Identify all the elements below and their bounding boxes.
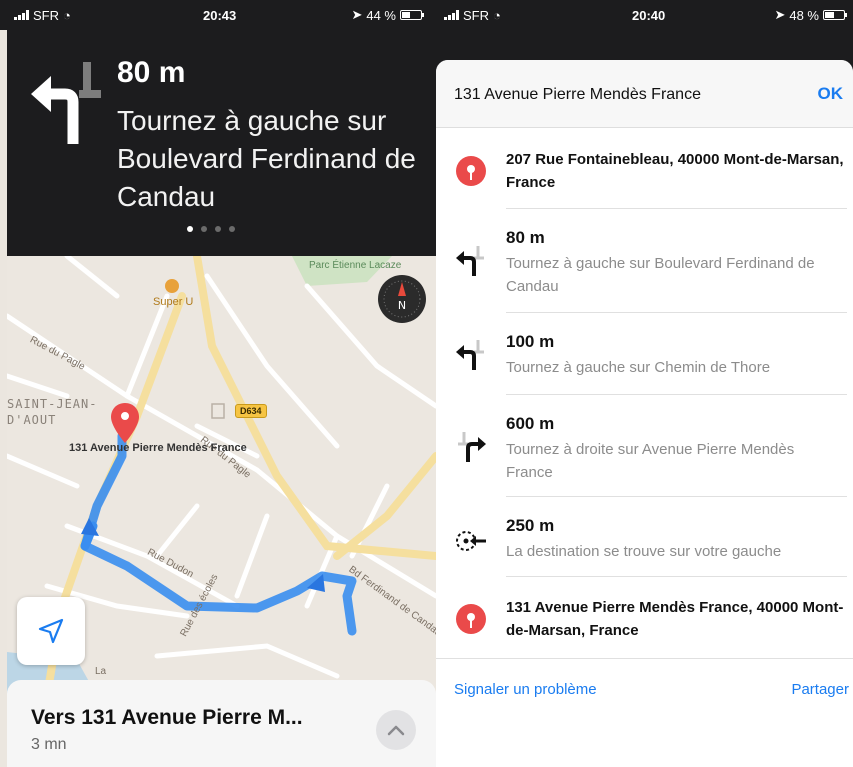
divider bbox=[436, 658, 853, 659]
status-time: 20:40 bbox=[632, 7, 666, 23]
divider bbox=[506, 208, 847, 209]
page-dot-1[interactable] bbox=[187, 226, 193, 232]
page-dot-4[interactable] bbox=[229, 226, 235, 232]
direction-step[interactable]: 100 m Tournez à gauche sur Chemin de Tho… bbox=[436, 330, 853, 390]
origin-address: 207 Rue Fontainebleau, 40000 Mont-de-Mar… bbox=[506, 151, 844, 191]
wifi-icon: ◔ bbox=[493, 7, 501, 23]
status-battery: ➤ 48 % bbox=[774, 7, 847, 23]
carrier-name: SFR bbox=[33, 7, 59, 23]
direction-step[interactable]: 250 m La destination se trouve sur votre… bbox=[436, 514, 853, 574]
signal-icon bbox=[444, 10, 459, 20]
status-carrier: SFR ◔ bbox=[444, 8, 501, 23]
directions-list-screen: SFR ◔ 20:40 ➤ 48 % 131 Avenue Pierre Men… bbox=[436, 0, 853, 767]
turn-left-icon bbox=[456, 246, 484, 276]
step-distance: 600 m bbox=[506, 414, 555, 433]
locate-me-button[interactable] bbox=[17, 597, 85, 665]
map-label-superu: Super U bbox=[153, 296, 194, 308]
battery-icon bbox=[400, 10, 424, 20]
carrier-name: SFR bbox=[463, 7, 489, 23]
battery-percent: 48 % bbox=[789, 7, 819, 23]
destination-pin-icon[interactable] bbox=[108, 401, 142, 445]
map-label-park: Parc Étienne Lacaze bbox=[309, 260, 402, 271]
wifi-icon: ◔ bbox=[63, 7, 71, 23]
status-battery: ➤ 44 % bbox=[351, 7, 424, 23]
location-arrow-icon: ➤ bbox=[774, 7, 786, 22]
step-description: Tournez à droite sur Avenue Pierre Mendè… bbox=[506, 441, 795, 481]
status-time: 20:43 bbox=[203, 7, 237, 23]
maneuver-banner[interactable]: 80 m Tournez à gauche sur Boulevard Ferd… bbox=[7, 30, 436, 256]
battery-percent: 44 % bbox=[366, 7, 396, 23]
signal-icon bbox=[14, 10, 29, 20]
step-distance: 80 m bbox=[506, 228, 545, 247]
compass-letter: N bbox=[398, 299, 406, 312]
chevron-up-icon bbox=[387, 725, 405, 736]
divider bbox=[506, 312, 847, 313]
location-arrow-icon bbox=[38, 618, 64, 644]
map-label-la: La bbox=[95, 666, 107, 677]
location-arrow-icon: ➤ bbox=[351, 7, 363, 22]
direction-step[interactable]: 80 m Tournez à gauche sur Boulevard Ferd… bbox=[436, 226, 853, 306]
origin-row[interactable]: 207 Rue Fontainebleau, 40000 Mont-de-Mar… bbox=[436, 148, 853, 208]
ok-button[interactable]: OK bbox=[818, 84, 844, 104]
step-distance: 250 m bbox=[506, 516, 555, 535]
page-dot-3[interactable] bbox=[215, 226, 221, 232]
status-bar: SFR ◔ 20:43 ➤ 44 % bbox=[0, 0, 436, 30]
divider bbox=[506, 394, 847, 395]
route-summary-card[interactable]: Vers 131 Avenue Pierre M... 3 mn bbox=[7, 680, 436, 767]
arrival-icon bbox=[456, 531, 486, 551]
status-carrier: SFR ◔ bbox=[14, 8, 71, 23]
status-bar: SFR ◔ 20:40 ➤ 48 % bbox=[436, 0, 853, 30]
share-link[interactable]: Partager bbox=[791, 681, 849, 698]
turn-right-icon bbox=[458, 432, 486, 462]
destination-address: 131 Avenue Pierre Mendès France, 40000 M… bbox=[506, 599, 844, 639]
step-distance: 100 m bbox=[506, 332, 555, 351]
divider bbox=[506, 576, 847, 577]
step-description: Tournez à gauche sur Chemin de Thore bbox=[506, 359, 771, 376]
step-description: La destination se trouve sur votre gauch… bbox=[506, 543, 782, 560]
route-destination-title: Vers 131 Avenue Pierre M... bbox=[31, 706, 303, 729]
directions-sheet: 131 Avenue Pierre Mendès France OK 207 R… bbox=[436, 60, 853, 767]
sheet-title: 131 Avenue Pierre Mendès France bbox=[454, 86, 701, 103]
turn-left-arrow-icon bbox=[31, 62, 101, 144]
sheet-header: 131 Avenue Pierre Mendès France OK bbox=[436, 60, 853, 128]
maneuver-distance: 80 m bbox=[117, 56, 186, 89]
step-description: Tournez à gauche sur Boulevard Ferdinand… bbox=[506, 255, 815, 295]
compass-icon[interactable]: N bbox=[377, 274, 427, 324]
navigation-screen: SFR ◔ 20:43 ➤ 44 % 80 m Tournez à gauche… bbox=[0, 0, 436, 767]
route-eta: 3 mn bbox=[31, 736, 67, 753]
battery-icon bbox=[823, 10, 847, 20]
maneuver-instruction: Tournez à gauche sur Boulevard Ferdinand… bbox=[117, 105, 416, 212]
expand-card-button[interactable] bbox=[376, 710, 416, 750]
destination-pin-icon bbox=[456, 604, 486, 634]
page-dot-2[interactable] bbox=[201, 226, 207, 232]
road-badge-d634: D634 bbox=[235, 404, 267, 418]
turn-left-icon bbox=[456, 340, 484, 370]
map-label-quartier: SAINT-JEAN- D'AOUT bbox=[7, 397, 98, 427]
destination-row[interactable]: 131 Avenue Pierre Mendès France, 40000 M… bbox=[436, 596, 853, 656]
report-problem-link[interactable]: Signaler un problème bbox=[454, 681, 597, 698]
origin-pin-icon bbox=[456, 156, 486, 186]
direction-step[interactable]: 600 m Tournez à droite sur Avenue Pierre… bbox=[436, 412, 853, 492]
page-indicator[interactable] bbox=[187, 226, 235, 232]
divider bbox=[506, 496, 847, 497]
